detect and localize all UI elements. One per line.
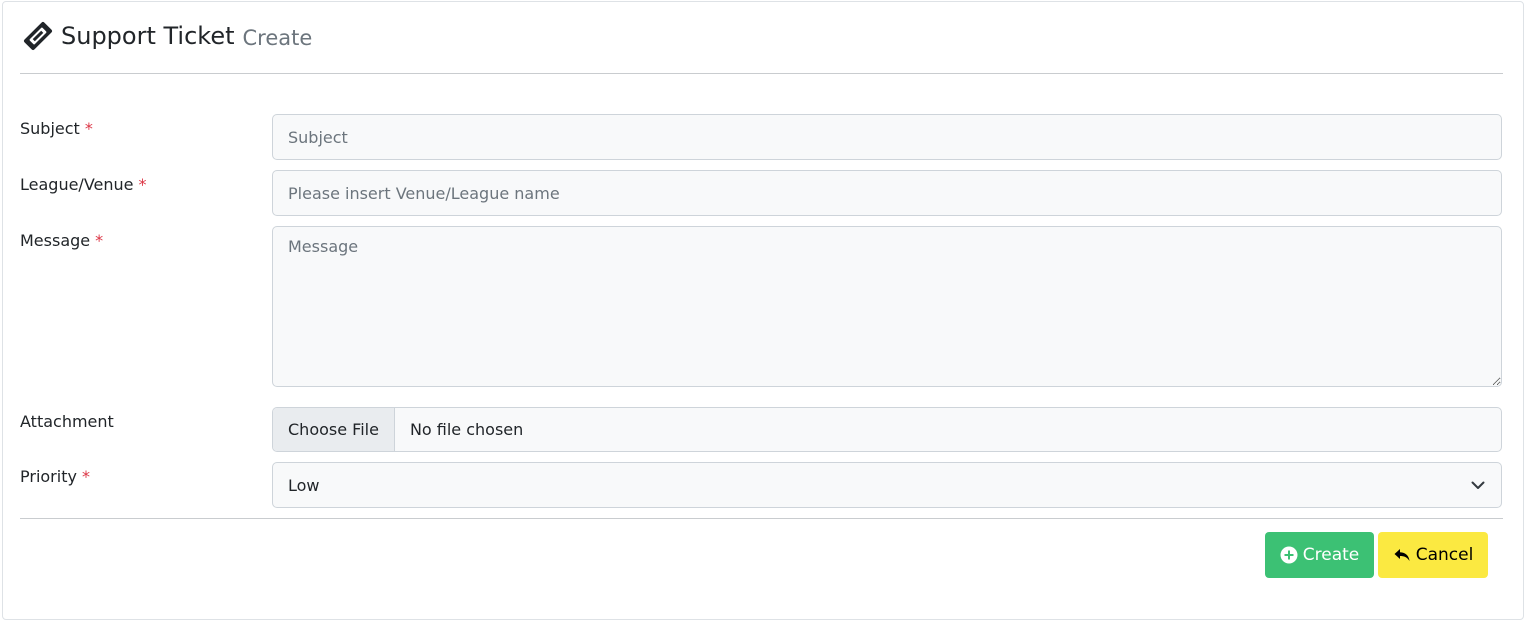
ticket-icon xyxy=(21,19,55,53)
required-marker: * xyxy=(95,231,104,250)
priority-selected-value: Low xyxy=(288,475,320,495)
plus-circle-icon xyxy=(1280,546,1298,564)
league-venue-label: League/Venue * xyxy=(20,175,147,194)
file-status-text: No file chosen xyxy=(409,420,524,439)
league-venue-input[interactable] xyxy=(272,170,1502,216)
header-divider xyxy=(20,73,1503,74)
reply-icon xyxy=(1393,546,1411,564)
create-button-label: Create xyxy=(1302,545,1360,565)
choose-file-button[interactable]: Choose File xyxy=(273,408,395,451)
subject-label: Subject * xyxy=(20,119,93,138)
page-title: Support Ticket xyxy=(61,22,235,50)
priority-select[interactable]: Low xyxy=(272,462,1502,508)
required-marker: * xyxy=(138,175,147,194)
message-label: Message * xyxy=(20,231,104,250)
attachment-file-input[interactable]: Choose File No file chosen xyxy=(272,407,1502,452)
page-subtitle: Create xyxy=(242,25,313,50)
attachment-label: Attachment xyxy=(20,412,114,431)
subject-input[interactable] xyxy=(272,114,1502,160)
message-textarea[interactable] xyxy=(272,226,1502,387)
chevron-down-icon xyxy=(1470,477,1486,493)
cancel-button-label: Cancel xyxy=(1415,545,1474,565)
priority-label: Priority * xyxy=(20,467,90,486)
footer-divider xyxy=(20,518,1503,519)
create-button[interactable]: Create xyxy=(1265,532,1374,578)
required-marker: * xyxy=(84,119,93,138)
required-marker: * xyxy=(81,467,90,486)
cancel-button[interactable]: Cancel xyxy=(1378,532,1488,578)
page-header: Support Ticket Create xyxy=(21,14,312,58)
